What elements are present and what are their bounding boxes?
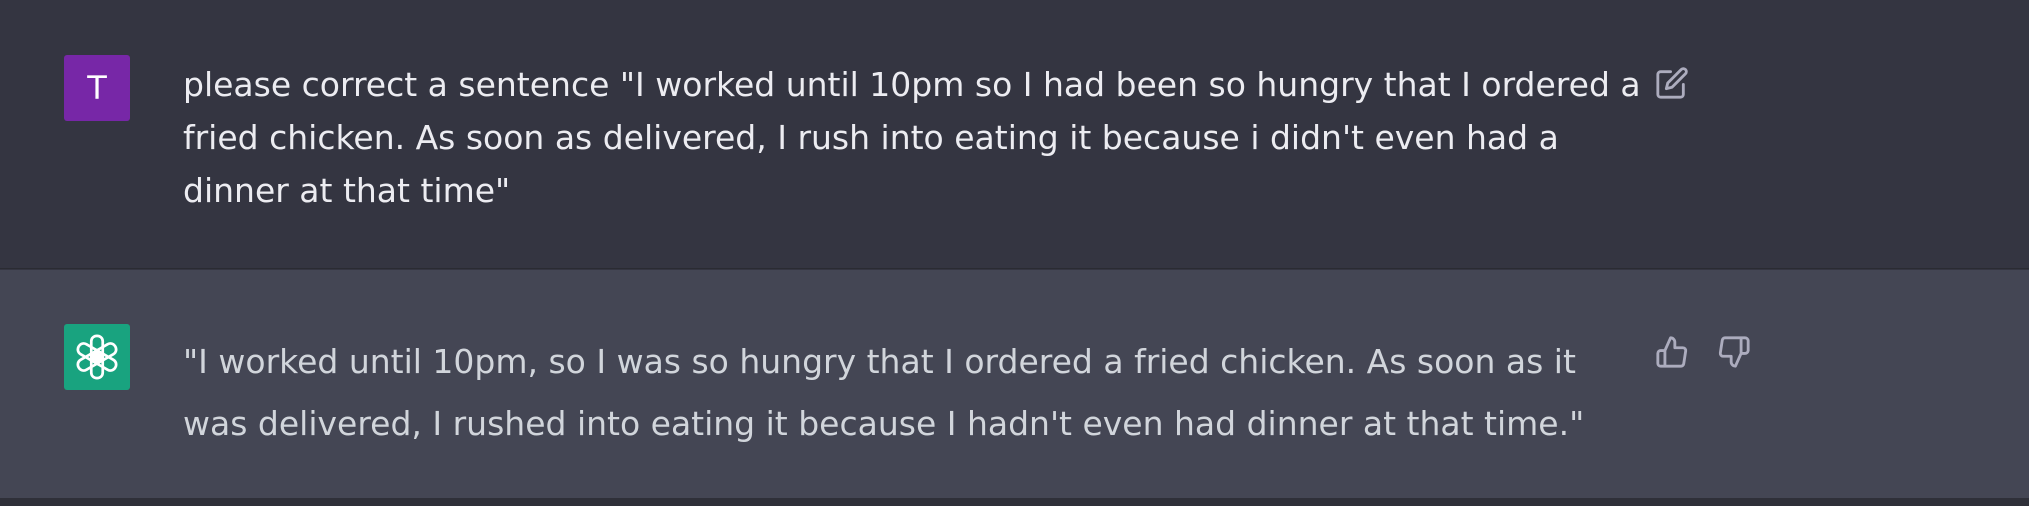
assistant-avatar bbox=[64, 324, 130, 390]
user-avatar-initial: T bbox=[87, 69, 107, 107]
conversation-thread: T please correct a sentence "I worked un… bbox=[0, 0, 2029, 506]
thumbs-down-button[interactable] bbox=[1716, 334, 1752, 370]
bottom-divider bbox=[0, 498, 2029, 506]
assistant-message-text: "I worked until 10pm, so I was so hungry… bbox=[183, 342, 1585, 443]
edit-icon bbox=[1656, 67, 1688, 99]
user-avatar: T bbox=[64, 55, 130, 121]
edit-message-button[interactable] bbox=[1654, 65, 1690, 101]
thumbs-up-icon bbox=[1656, 336, 1688, 368]
assistant-message-row: "I worked until 10pm, so I was so hungry… bbox=[0, 270, 2029, 498]
openai-logo-icon bbox=[74, 334, 120, 380]
thumbs-up-button[interactable] bbox=[1654, 334, 1690, 370]
thumbs-down-icon bbox=[1718, 336, 1750, 368]
user-message-text: please correct a sentence "I worked unti… bbox=[183, 65, 1641, 210]
user-message-row: T please correct a sentence "I worked un… bbox=[0, 0, 2029, 269]
